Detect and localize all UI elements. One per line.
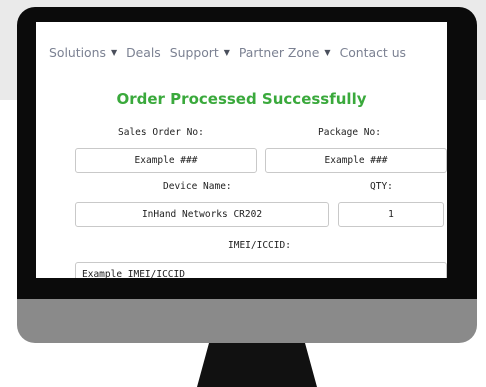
monitor-chin [17,299,477,343]
device-name-field[interactable]: InHand Networks CR202 [75,202,329,227]
qty-label: QTY: [370,181,393,192]
device-name-label: Device Name: [163,181,232,192]
sales-order-field[interactable]: Example ### [75,148,257,173]
top-nav: Solutions ▼ Deals Support ▼ Partner Zone… [36,22,447,82]
nav-item-partner-zone[interactable]: Partner Zone ▼ [239,45,331,60]
nav-item-support[interactable]: Support ▼ [170,45,230,60]
nav-item-label: Partner Zone [238,44,320,60]
nav-item-label: Deals [126,44,161,60]
sales-order-label: Sales Order No: [118,127,204,138]
nav-item-deals[interactable]: Deals [126,45,161,60]
package-no-field[interactable]: Example ### [265,148,447,173]
chevron-down-icon: ▼ [324,47,331,57]
chevron-down-icon: ▼ [223,47,230,57]
chevron-down-icon: ▼ [110,47,118,57]
nav-item-label: Support [169,44,219,60]
nav-item-label: Solutions [49,44,106,60]
imei-iccid-field[interactable]: Example IMEI/ICCID [75,262,447,278]
monitor-screen: Solutions ▼ Deals Support ▼ Partner Zone… [36,22,447,278]
page-title: Order Processed Successfully [116,90,367,108]
nav-item-contact-us[interactable]: Contact us [340,45,406,60]
package-no-label: Package No: [318,127,381,138]
nav-item-label: Contact us [339,44,407,60]
monitor-stand [197,343,317,387]
nav-item-solutions[interactable]: Solutions ▼ [49,45,117,60]
imei-iccid-label: IMEI/ICCID: [228,240,291,251]
qty-field[interactable]: 1 [338,202,444,227]
